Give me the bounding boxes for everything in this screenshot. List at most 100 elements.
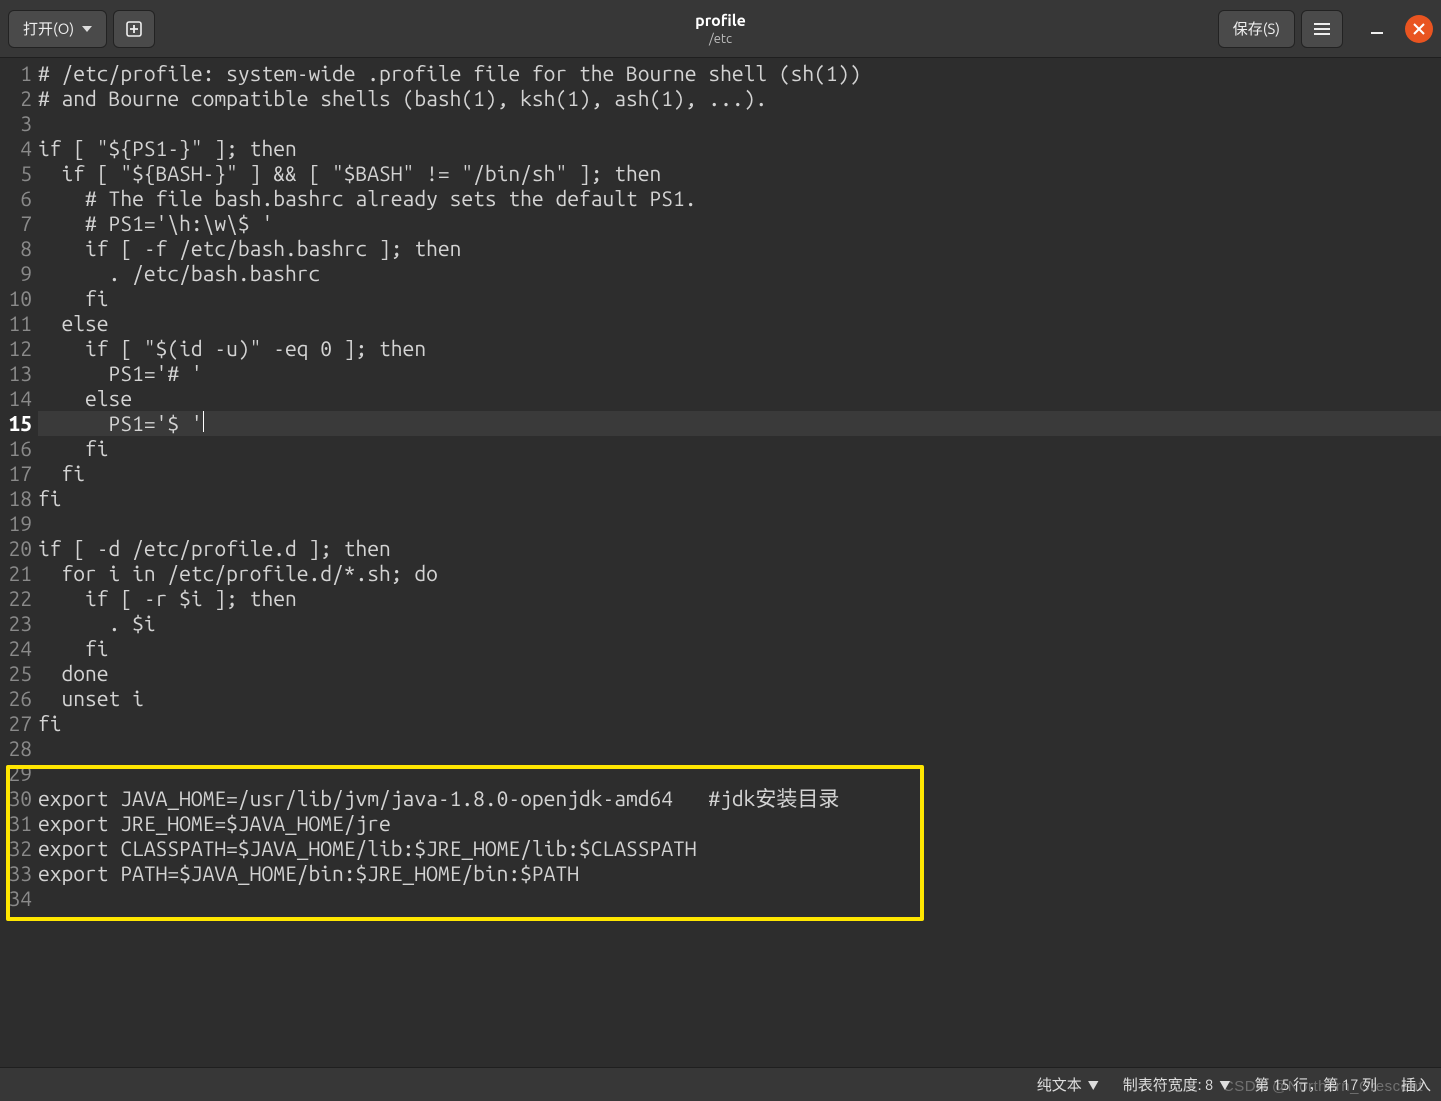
- code-line[interactable]: [38, 736, 1441, 761]
- close-button[interactable]: [1405, 15, 1433, 43]
- code-line[interactable]: # and Bourne compatible shells (bash(1),…: [38, 86, 1441, 111]
- line-number: 10: [4, 286, 32, 311]
- close-icon: [1413, 23, 1425, 35]
- line-number: 15: [4, 411, 32, 436]
- save-button-label: 保存(S): [1233, 18, 1280, 39]
- code-line[interactable]: export JAVA_HOME=/usr/lib/jvm/java-1.8.0…: [38, 786, 1441, 811]
- line-number: 17: [4, 461, 32, 486]
- code-line[interactable]: if [ -f /etc/bash.bashrc ]; then: [38, 236, 1441, 261]
- save-button[interactable]: 保存(S): [1218, 10, 1295, 48]
- code-line[interactable]: . $i: [38, 611, 1441, 636]
- status-language-label: 纯文本: [1037, 1074, 1082, 1095]
- line-number: 24: [4, 636, 32, 661]
- code-line[interactable]: # The file bash.bashrc already sets the …: [38, 186, 1441, 211]
- code-line[interactable]: if [ -r $i ]; then: [38, 586, 1441, 611]
- code-line[interactable]: for i in /etc/profile.d/*.sh; do: [38, 561, 1441, 586]
- code-line[interactable]: [38, 511, 1441, 536]
- status-tab-width-label: 制表符宽度: 8: [1123, 1074, 1214, 1095]
- code-line[interactable]: if [ "${BASH-}" ] && [ "$BASH" != "/bin/…: [38, 161, 1441, 186]
- document-name: profile: [695, 12, 746, 30]
- line-number: 3: [4, 111, 32, 136]
- document-path: /etc: [709, 32, 732, 46]
- chevron-down-icon: ▼: [1219, 1077, 1230, 1093]
- code-line[interactable]: [38, 111, 1441, 136]
- line-number: 12: [4, 336, 32, 361]
- status-bar: 纯文本 ▼ 制表符宽度: 8 ▼ 第 15 行，第 17 列 插入: [0, 1067, 1441, 1101]
- line-number: 28: [4, 736, 32, 761]
- code-line[interactable]: PS1='$ ': [38, 411, 1441, 436]
- line-number: 31: [4, 811, 32, 836]
- line-number: 34: [4, 886, 32, 911]
- code-line[interactable]: done: [38, 661, 1441, 686]
- code-line[interactable]: export CLASSPATH=$JAVA_HOME/lib:$JRE_HOM…: [38, 836, 1441, 861]
- text-caret: [203, 411, 204, 432]
- line-number: 19: [4, 511, 32, 536]
- code-line[interactable]: fi: [38, 436, 1441, 461]
- minimize-button[interactable]: [1363, 15, 1391, 43]
- line-number: 11: [4, 311, 32, 336]
- line-number: 18: [4, 486, 32, 511]
- line-number: 23: [4, 611, 32, 636]
- code-line[interactable]: fi: [38, 461, 1441, 486]
- line-number: 26: [4, 686, 32, 711]
- line-number: 4: [4, 136, 32, 161]
- code-line[interactable]: else: [38, 386, 1441, 411]
- line-number: 27: [4, 711, 32, 736]
- code-line[interactable]: fi: [38, 486, 1441, 511]
- open-button-label: 打开(O): [23, 18, 74, 39]
- code-line[interactable]: [38, 886, 1441, 911]
- status-tab-width[interactable]: 制表符宽度: 8 ▼: [1123, 1074, 1231, 1095]
- code-content[interactable]: # /etc/profile: system-wide .profile fil…: [36, 58, 1441, 1067]
- line-number: 5: [4, 161, 32, 186]
- titlebar-right: 保存(S): [1218, 10, 1433, 48]
- line-number: 22: [4, 586, 32, 611]
- code-line[interactable]: # /etc/profile: system-wide .profile fil…: [38, 61, 1441, 86]
- minimize-icon: [1371, 23, 1383, 35]
- line-number: 9: [4, 261, 32, 286]
- code-line[interactable]: # PS1='\h:\w\$ ': [38, 211, 1441, 236]
- status-insert-label: 插入: [1401, 1074, 1431, 1095]
- chevron-down-icon: [82, 26, 92, 32]
- line-number: 1: [4, 61, 32, 86]
- code-line[interactable]: fi: [38, 636, 1441, 661]
- hamburger-icon: [1314, 23, 1330, 35]
- line-number: 25: [4, 661, 32, 686]
- line-number: 16: [4, 436, 32, 461]
- line-number: 8: [4, 236, 32, 261]
- line-number: 32: [4, 836, 32, 861]
- line-number: 7: [4, 211, 32, 236]
- code-line[interactable]: else: [38, 311, 1441, 336]
- line-number: 21: [4, 561, 32, 586]
- titlebar: 打开(O) profile /etc 保存(S): [0, 0, 1441, 58]
- code-line[interactable]: . /etc/bash.bashrc: [38, 261, 1441, 286]
- code-line[interactable]: fi: [38, 286, 1441, 311]
- line-number: 6: [4, 186, 32, 211]
- line-number: 20: [4, 536, 32, 561]
- hamburger-menu-button[interactable]: [1301, 10, 1343, 48]
- line-number: 29: [4, 761, 32, 786]
- status-language[interactable]: 纯文本 ▼: [1037, 1074, 1099, 1095]
- line-number: 2: [4, 86, 32, 111]
- new-document-icon: [125, 20, 143, 38]
- line-number: 30: [4, 786, 32, 811]
- code-line[interactable]: export PATH=$JAVA_HOME/bin:$JRE_HOME/bin…: [38, 861, 1441, 886]
- line-number: 33: [4, 861, 32, 886]
- code-line[interactable]: [38, 761, 1441, 786]
- status-cursor-position: 第 15 行，第 17 列: [1254, 1074, 1377, 1095]
- status-cursor-label: 第 15 行，第 17 列: [1254, 1074, 1377, 1095]
- code-line[interactable]: unset i: [38, 686, 1441, 711]
- open-button[interactable]: 打开(O): [8, 10, 107, 48]
- code-line[interactable]: fi: [38, 711, 1441, 736]
- code-line[interactable]: if [ -d /etc/profile.d ]; then: [38, 536, 1441, 561]
- chevron-down-icon: ▼: [1088, 1077, 1099, 1093]
- line-number: 14: [4, 386, 32, 411]
- code-line[interactable]: PS1='# ': [38, 361, 1441, 386]
- code-line[interactable]: export JRE_HOME=$JAVA_HOME/jre: [38, 811, 1441, 836]
- status-insert-mode[interactable]: 插入: [1401, 1074, 1431, 1095]
- code-line[interactable]: if [ "${PS1-}" ]; then: [38, 136, 1441, 161]
- code-line[interactable]: if [ "$(id -u)" -eq 0 ]; then: [38, 336, 1441, 361]
- line-number-gutter: 1234567891011121314151617181920212223242…: [0, 58, 36, 1067]
- line-number: 13: [4, 361, 32, 386]
- editor-area[interactable]: 1234567891011121314151617181920212223242…: [0, 58, 1441, 1067]
- new-tab-button[interactable]: [113, 10, 155, 48]
